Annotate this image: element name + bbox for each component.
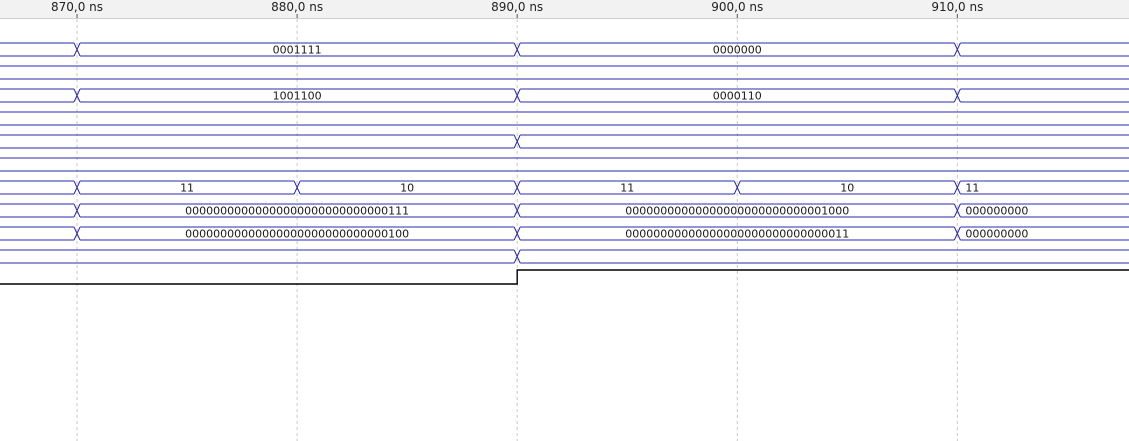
bus-value-label: 0000000 (713, 44, 762, 57)
bus-value-label: 0000110 (713, 90, 762, 103)
bus-value-label: 000000000 (965, 205, 1028, 218)
digital-waveform (0, 269, 1129, 285)
bus-value-label: 00000000000000000000000000000100 (185, 228, 409, 241)
bus-value-label: 11 (965, 182, 979, 195)
bus-value-label: 11 (620, 182, 634, 195)
bus-value-label: 00000000000000000000000000000011 (625, 228, 849, 241)
bus-value-label: 1001100 (273, 90, 322, 103)
bus-value-label: 11 (180, 182, 194, 195)
waveform-canvas[interactable]: 0001111 0000000 1001100 0000110 11 10 11 10 11 00… (0, 0, 1129, 441)
bus-value-label: 10 (840, 182, 854, 195)
bus-value-label: 000000000 (965, 228, 1028, 241)
bus-value-label: 00000000000000000000000000001000 (625, 205, 849, 218)
bus-value-label: 0001111 (273, 44, 322, 57)
bus-value-label: 10 (400, 182, 414, 195)
bus-value-label: 00000000000000000000000000000111 (185, 205, 409, 218)
